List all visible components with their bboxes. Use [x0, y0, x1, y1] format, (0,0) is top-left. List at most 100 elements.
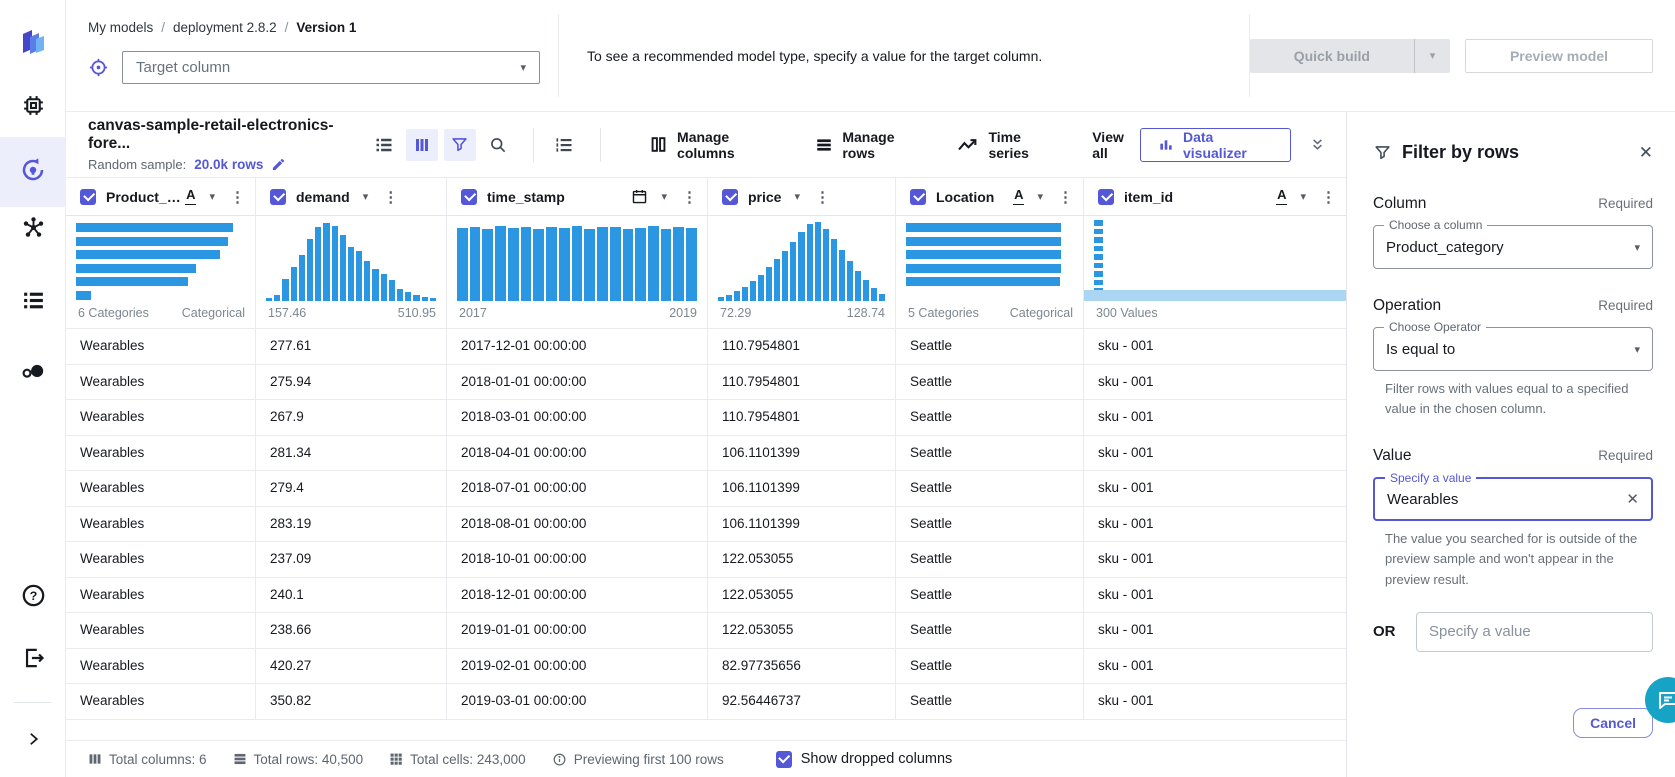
- kebab-menu-icon[interactable]: ⋮: [230, 188, 245, 206]
- table-cell: sku - 001: [1084, 436, 1346, 471]
- value-input[interactable]: [1387, 491, 1626, 508]
- operation-section-label: Operation: [1373, 297, 1441, 315]
- calendar-icon[interactable]: [631, 188, 648, 205]
- table-cell: 110.7954801: [708, 329, 896, 364]
- target-icon: [88, 57, 109, 78]
- column-checkbox[interactable]: [80, 189, 96, 205]
- manage-rows-button[interactable]: Manage rows: [815, 129, 923, 161]
- kebab-menu-icon[interactable]: ⋮: [815, 188, 830, 206]
- expand-sidebar-icon[interactable]: [0, 730, 66, 748]
- histogram-bar: [855, 271, 861, 301]
- text-type-icon[interactable]: A: [185, 188, 196, 204]
- histogram-bar: [340, 235, 346, 301]
- table-cell: 240.1: [256, 578, 447, 613]
- histogram[interactable]: [447, 216, 707, 301]
- kebab-menu-icon[interactable]: ⋮: [1321, 188, 1336, 206]
- sample-size-link[interactable]: 20.0k rows: [194, 157, 263, 172]
- canvas-logo[interactable]: [0, 26, 66, 56]
- target-column-select[interactable]: Target column ▾: [122, 51, 540, 84]
- breadcrumb-deployment[interactable]: deployment 2.8.2: [173, 20, 277, 35]
- histogram[interactable]: [1084, 216, 1346, 301]
- dataset-table-area: canvas-sample-retail-electronics-fore...…: [66, 112, 1346, 777]
- histogram[interactable]: [896, 216, 1083, 301]
- close-icon[interactable]: ✕: [1639, 144, 1653, 161]
- column-view-button[interactable]: [406, 129, 438, 161]
- histogram[interactable]: [66, 216, 255, 301]
- required-badge: Required: [1598, 196, 1653, 211]
- histogram-bar: [635, 228, 646, 301]
- chevron-down-icon[interactable]: ▾: [1300, 190, 1306, 203]
- quick-build-button[interactable]: Quick build: [1250, 39, 1414, 73]
- time-series-icon: [957, 136, 979, 154]
- show-dropped-checkbox[interactable]: [776, 751, 792, 768]
- kebab-menu-icon[interactable]: ⋮: [682, 188, 697, 206]
- manage-columns-label: Manage columns: [677, 129, 781, 161]
- compute-chip-icon[interactable]: [0, 93, 66, 118]
- time-series-button[interactable]: Time series: [957, 129, 1058, 161]
- histogram-bar: [323, 223, 329, 301]
- text-type-icon[interactable]: A: [1276, 188, 1287, 204]
- chevron-down-icon[interactable]: ▾: [209, 190, 215, 203]
- table-cell: Wearables: [66, 649, 256, 684]
- kebab-menu-icon[interactable]: ⋮: [1058, 188, 1073, 206]
- value-field: Specify a value ✕: [1373, 477, 1653, 521]
- chevron-double-down-icon[interactable]: [1309, 136, 1326, 153]
- breadcrumb-my-models[interactable]: My models: [88, 20, 153, 35]
- preview-model-button[interactable]: Preview model: [1465, 39, 1653, 73]
- chevron-down-icon[interactable]: ▾: [363, 190, 369, 203]
- operator-select[interactable]: Choose Operator Is equal to ▾: [1373, 327, 1653, 371]
- chevron-down-icon[interactable]: ▾: [1037, 190, 1043, 203]
- text-type-icon[interactable]: A: [1013, 188, 1024, 204]
- models-icon[interactable]: [0, 155, 66, 185]
- clear-value-icon[interactable]: ✕: [1626, 490, 1639, 508]
- histogram-bar: [470, 227, 481, 301]
- bar-chart-icon: [1158, 137, 1174, 153]
- table-cell: 237.09: [256, 542, 447, 577]
- histogram[interactable]: [708, 216, 895, 301]
- column-checkbox[interactable]: [270, 189, 286, 205]
- list-view-button[interactable]: [368, 129, 400, 161]
- logout-icon[interactable]: [0, 645, 66, 671]
- show-dropped-label: Show dropped columns: [801, 751, 953, 767]
- cancel-button[interactable]: Cancel: [1573, 708, 1653, 738]
- filter-button[interactable]: [444, 129, 476, 161]
- or-value-input[interactable]: [1416, 612, 1653, 652]
- kebab-menu-icon[interactable]: ⋮: [383, 188, 398, 206]
- table-cell: sku - 001: [1084, 329, 1346, 364]
- operation-helper-text: Filter rows with values equal to a speci…: [1373, 379, 1653, 419]
- column-checkbox[interactable]: [722, 189, 738, 205]
- table-cell: Wearables: [66, 542, 256, 577]
- chevron-down-icon[interactable]: ▾: [794, 190, 800, 203]
- histogram-bar: [572, 226, 583, 301]
- quick-build-dropdown-icon[interactable]: ▾: [1414, 39, 1450, 73]
- total-rows-label: Total rows: 40,500: [254, 752, 364, 767]
- column-checkbox[interactable]: [461, 189, 477, 205]
- table-cell: sku - 001: [1084, 649, 1346, 684]
- column-checkbox[interactable]: [910, 189, 926, 205]
- automations-icon[interactable]: [0, 215, 66, 240]
- histogram-bar: [758, 275, 764, 301]
- list-icon[interactable]: [0, 288, 66, 313]
- column-checkbox[interactable]: [1098, 189, 1114, 205]
- table-cell: 110.7954801: [708, 365, 896, 400]
- histogram-bar: [906, 223, 1061, 232]
- chevron-down-icon[interactable]: ▾: [661, 190, 667, 203]
- table-cell: sku - 001: [1084, 684, 1346, 719]
- data-visualizer-button[interactable]: Data visualizer: [1140, 128, 1291, 162]
- edit-pencil-icon[interactable]: [271, 157, 286, 172]
- column-select[interactable]: Choose a column Product_category ▾: [1373, 225, 1653, 269]
- table-cell: Seattle: [896, 649, 1084, 684]
- numbered-list-button[interactable]: [548, 129, 580, 161]
- help-icon[interactable]: ?: [0, 582, 66, 609]
- search-icon[interactable]: [482, 129, 514, 161]
- table-cell: 2019-01-01 00:00:00: [447, 613, 708, 648]
- datasets-icon[interactable]: [0, 358, 66, 384]
- histogram-bar: [871, 288, 877, 301]
- histogram[interactable]: [256, 216, 446, 301]
- column-header: Product_c... A ▾ ⋮: [66, 178, 256, 215]
- histogram-bar: [839, 250, 845, 301]
- view-all-button[interactable]: View all: [1092, 129, 1140, 161]
- table-row: Wearables279.42018-07-01 00:00:00106.110…: [66, 471, 1346, 507]
- manage-columns-button[interactable]: Manage columns: [649, 129, 781, 161]
- data-visualizer-label: Data visualizer: [1183, 129, 1273, 161]
